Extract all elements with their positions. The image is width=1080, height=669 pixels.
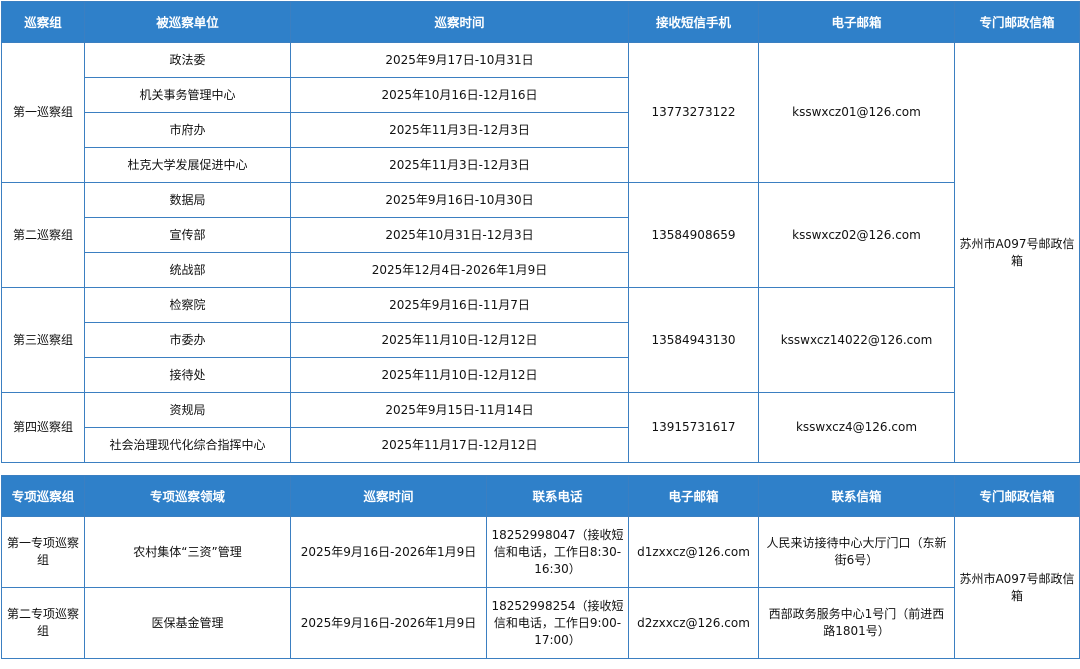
header-contact-phone: 联系电话 [486, 475, 629, 517]
inspection-time: 2025年9月17日-10月31日 [290, 42, 629, 78]
inspection-time: 2025年9月16日-2026年1月9日 [290, 516, 487, 588]
group-name: 第四巡察组 [1, 392, 85, 463]
inspection-time: 2025年9月16日-2026年1月9日 [290, 587, 487, 659]
header-special-field: 专项巡察领域 [84, 475, 291, 517]
inspection-time: 2025年11月17日-12月12日 [290, 427, 629, 463]
letterbox: 人民来访接待中心大厅门口（东新街6号） [758, 516, 955, 588]
postbox: 苏州市A097号邮政信箱 [954, 516, 1080, 659]
group-name: 第一巡察组 [1, 42, 85, 183]
header-letterbox: 联系信箱 [758, 475, 955, 517]
inspection-time: 2025年12月4日-2026年1月9日 [290, 252, 629, 288]
inspection-time: 2025年11月10日-12月12日 [290, 357, 629, 393]
unit-name: 社会治理现代化综合指挥中心 [84, 427, 291, 463]
sms-phone: 13773273122 [628, 42, 759, 183]
letterbox: 西部政务服务中心1号门（前进西路1801号） [758, 587, 955, 659]
group-name: 第二巡察组 [1, 182, 85, 288]
table-row: 第四巡察组 资规局 2025年9月15日-11月14日 13915731617 … [1, 392, 1080, 463]
inspection-time: 2025年11月3日-12月3日 [290, 147, 629, 183]
header-sms-phone: 接收短信手机 [628, 1, 759, 43]
special-inspection-table: 专项巡察组 专项巡察领域 巡察时间 联系电话 电子邮箱 联系信箱 专门邮政信箱 … [1, 475, 1080, 659]
inspection-time: 2025年10月16日-12月16日 [290, 77, 629, 113]
header-special-group: 专项巡察组 [1, 475, 85, 517]
inspection-time: 2025年9月16日-11月7日 [290, 287, 629, 323]
header-postbox: 专门邮政信箱 [954, 475, 1080, 517]
special-field: 农村集体“三资”管理 [84, 516, 291, 588]
header-group: 巡察组 [1, 1, 85, 43]
table-header-row: 专项巡察组 专项巡察领域 巡察时间 联系电话 电子邮箱 联系信箱 专门邮政信箱 [1, 475, 1080, 517]
unit-name: 杜克大学发展促进中心 [84, 147, 291, 183]
inspection-time: 2025年11月10日-12月12日 [290, 322, 629, 358]
table-header-row: 巡察组 被巡察单位 巡察时间 接收短信手机 电子邮箱 专门邮政信箱 [1, 1, 1080, 43]
inspection-time: 2025年11月3日-12月3日 [290, 112, 629, 148]
special-group-name: 第二专项巡察组 [1, 587, 85, 659]
table-row: 第一专项巡察组 农村集体“三资”管理 2025年9月16日-2026年1月9日 … [1, 516, 1080, 659]
postbox: 苏州市A097号邮政信箱 [954, 42, 1080, 463]
inspection-time: 2025年9月15日-11月14日 [290, 392, 629, 428]
email: ksswxcz4@126.com [758, 392, 955, 463]
email: d2zxxcz@126.com [628, 587, 759, 659]
special-field: 医保基金管理 [84, 587, 291, 659]
unit-name: 检察院 [84, 287, 291, 323]
sms-phone: 13915731617 [628, 392, 759, 463]
inspection-schedule-table: 巡察组 被巡察单位 巡察时间 接收短信手机 电子邮箱 专门邮政信箱 第一巡察组 … [1, 1, 1080, 463]
sms-phone: 13584943130 [628, 287, 759, 393]
contact-phone: 18252998254（接收短信和电话，工作日9:00-17:00） [486, 587, 629, 659]
header-email: 电子邮箱 [628, 475, 759, 517]
table-row: 第一巡察组 政法委 2025年9月17日-10月31日 13773273122 … [1, 42, 1080, 463]
email: ksswxcz14022@126.com [758, 287, 955, 393]
email: d1zxxcz@126.com [628, 516, 759, 588]
unit-name: 政法委 [84, 42, 291, 78]
contact-phone: 18252998047（接收短信和电话，工作日8:30-16:30） [486, 516, 629, 588]
email: ksswxcz01@126.com [758, 42, 955, 183]
table-row: 第二专项巡察组 医保基金管理 2025年9月16日-2026年1月9日 1825… [1, 587, 1080, 659]
header-email: 电子邮箱 [758, 1, 955, 43]
sms-phone: 13584908659 [628, 182, 759, 288]
unit-name: 数据局 [84, 182, 291, 218]
inspection-time: 2025年10月31日-12月3日 [290, 217, 629, 253]
unit-name: 市委办 [84, 322, 291, 358]
special-group-name: 第一专项巡察组 [1, 516, 85, 588]
unit-name: 机关事务管理中心 [84, 77, 291, 113]
email: ksswxcz02@126.com [758, 182, 955, 288]
unit-name: 统战部 [84, 252, 291, 288]
unit-name: 市府办 [84, 112, 291, 148]
header-unit: 被巡察单位 [84, 1, 291, 43]
inspection-time: 2025年9月16日-10月30日 [290, 182, 629, 218]
unit-name: 宣传部 [84, 217, 291, 253]
header-time: 巡察时间 [290, 475, 487, 517]
table-row: 第二巡察组 数据局 2025年9月16日-10月30日 13584908659 … [1, 182, 1080, 288]
header-postbox: 专门邮政信箱 [954, 1, 1080, 43]
table-row: 第三巡察组 检察院 2025年9月16日-11月7日 13584943130 k… [1, 287, 1080, 393]
unit-name: 资规局 [84, 392, 291, 428]
group-name: 第三巡察组 [1, 287, 85, 393]
unit-name: 接待处 [84, 357, 291, 393]
header-time: 巡察时间 [290, 1, 629, 43]
